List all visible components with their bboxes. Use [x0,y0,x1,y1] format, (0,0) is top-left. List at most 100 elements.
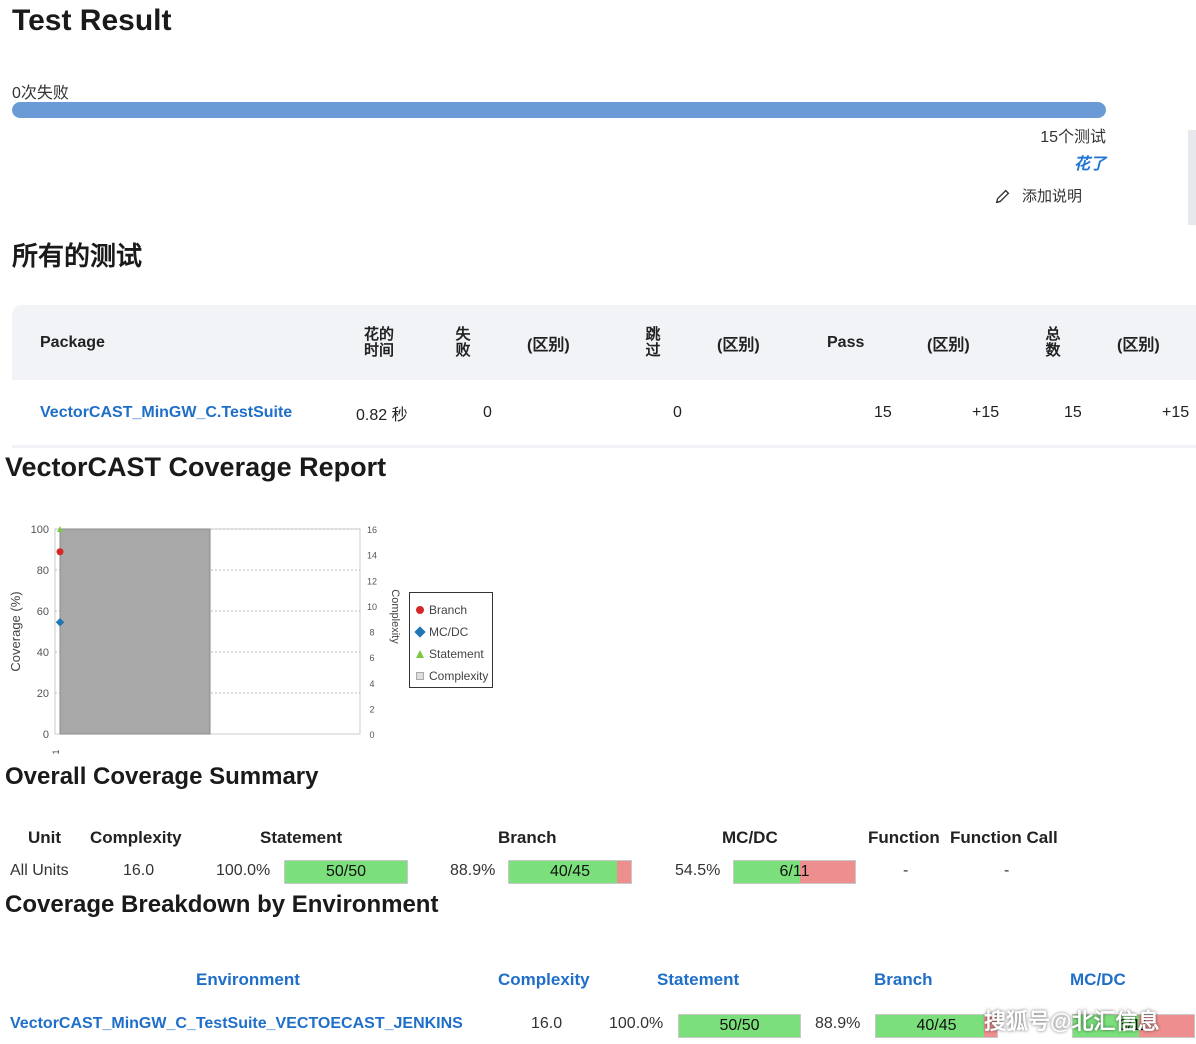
y2-tick-label: 16 [367,525,377,535]
y-tick-label: 100 [31,524,49,536]
all-tests-title: 所有的测试 [12,241,143,271]
col-mcdc: MC/DC [722,828,778,847]
branch-coverage-bar: 40/45 [875,1014,998,1038]
statement-coverage-bar: 50/50 [678,1014,801,1038]
test-progress-bar [12,102,1106,118]
branch-coverage-bar: 40/45 [508,860,632,884]
complexity-bar [59,528,211,735]
y-tick-label: 80 [37,565,49,577]
cell-fail: 0 [483,403,492,421]
legend-swatch [416,672,424,680]
y2-tick-label: 14 [367,551,377,561]
legend-label: Statement [429,647,484,661]
legend-label: Branch [429,603,468,617]
cell-branch-pct: 88.9% [815,1015,861,1032]
legend-item-statement: Statement [416,643,492,665]
col-fail-diff[interactable]: (区别) [527,305,570,380]
y-tick-label: 60 [37,606,49,618]
pencil-icon [995,189,1010,203]
y-tick-label: 40 [37,647,49,659]
add-description-label: 添加说明 [1022,188,1083,205]
test-result-panel: Test Result 0次失败 15个测试 花了 添加说明 所有的测试 Pac… [0,0,1196,448]
y2-tick-label: 8 [369,628,374,638]
col-statement[interactable]: Statement [657,970,739,990]
col-fail[interactable]: 失败 [454,305,472,380]
col-branch[interactable]: Branch [874,970,933,990]
cell-pass-diff: +15 [972,403,1000,421]
col-function-call: Function Call [950,828,1058,847]
cell-duration: 0.82 秒 [356,406,408,424]
coverage-report-title: VectorCAST Coverage Report [5,452,387,482]
environment-link[interactable]: VectorCAST_MinGW_C_TestSuite_VECTOECAST_… [10,1015,463,1033]
col-package[interactable]: Package [40,305,105,380]
mcdc-fraction: 6/11 [779,863,810,880]
cell-total: 15 [1064,403,1082,421]
panel-edge [1188,130,1196,225]
cell-mcdc-pct: 54.5% [675,862,721,879]
cell-complexity: 16.0 [123,862,155,879]
cell-skip: 0 [673,403,682,421]
y-axis-label: Coverage (%) [8,591,23,671]
legend-item-branch: Branch [416,599,492,621]
y2-tick-label: 12 [367,576,377,586]
branch-fraction: 40/45 [549,863,591,880]
cell-statement-pct: 100.0% [609,1015,664,1032]
y2-tick-label: 10 [367,602,377,612]
col-branch: Branch [498,828,557,847]
col-duration[interactable]: 花的时间 [362,305,396,380]
cell-statement-pct: 100.0% [216,862,271,879]
col-skip[interactable]: 跳过 [644,305,662,380]
fail-count: 0次失败 [12,85,69,102]
cell-branch-pct: 88.9% [450,862,496,879]
col-total-diff[interactable]: (区别) [1117,305,1160,380]
cell-total-diff: +15 [1162,403,1190,421]
cell-function-call: - [1004,862,1010,879]
col-mcdc[interactable]: MC/DC [1070,970,1126,990]
breakdown-title: Coverage Breakdown by Environment [5,891,439,918]
legend-label: Complexity [429,669,489,683]
y-tick-label: 20 [37,688,49,700]
col-total[interactable]: 总数 [1044,305,1062,380]
y2-tick-label: 2 [369,704,374,714]
legend-swatch [416,606,424,614]
col-unit: Unit [28,828,62,847]
chart-legend: Branch MC/DC Statement Complexity [409,592,493,688]
legend-swatch [414,626,426,638]
legend-item-complexity: Complexity [416,665,492,687]
overall-summary-title: Overall Coverage Summary [5,763,319,790]
cell-function: - [903,862,909,879]
col-complexity[interactable]: Complexity [498,970,590,990]
col-environment[interactable]: Environment [196,970,300,990]
col-statement: Statement [260,828,343,847]
y2-tick-label: 0 [369,730,374,740]
add-description-button[interactable]: 添加说明 [994,185,1082,206]
cell-pass: 15 [874,403,892,421]
col-complexity: Complexity [90,828,182,847]
legend-swatch [416,650,424,658]
package-link[interactable]: VectorCAST_MinGW_C.TestSuite [40,380,292,445]
cell-unit: All Units [10,862,69,879]
col-pass-diff[interactable]: (区别) [927,305,970,380]
statement-coverage-bar: 50/50 [284,860,408,884]
branch-fraction: 40/45 [916,1017,957,1034]
watermark: 搜狐号@北汇信息 [984,1009,1160,1034]
y2-axis-label: Complexity [389,589,401,644]
legend-item-mcdc: MC/DC [414,621,492,643]
duration-link[interactable]: 花了 [1074,150,1106,174]
page-title: Test Result [12,4,172,37]
col-function: Function [868,828,940,847]
total-tests: 15个测试 [1040,129,1106,146]
x-tick-label: 1 [51,749,61,754]
branch-point [56,548,64,556]
all-tests-table: Package 花的时间 失败 (区别) 跳过 (区别) Pass (区别) 总… [12,305,1196,448]
mcdc-coverage-bar: 6/11 [733,860,856,884]
cell-complexity: 16.0 [531,1015,563,1032]
y-tick-label: 0 [43,729,49,741]
col-pass[interactable]: Pass [827,305,864,380]
statement-fraction: 50/50 [325,863,367,880]
y2-tick-label: 6 [369,653,374,663]
col-skip-diff[interactable]: (区别) [717,305,760,380]
legend-label: MC/DC [429,625,469,639]
y2-tick-label: 4 [369,679,374,689]
progress-fill [12,102,1106,118]
